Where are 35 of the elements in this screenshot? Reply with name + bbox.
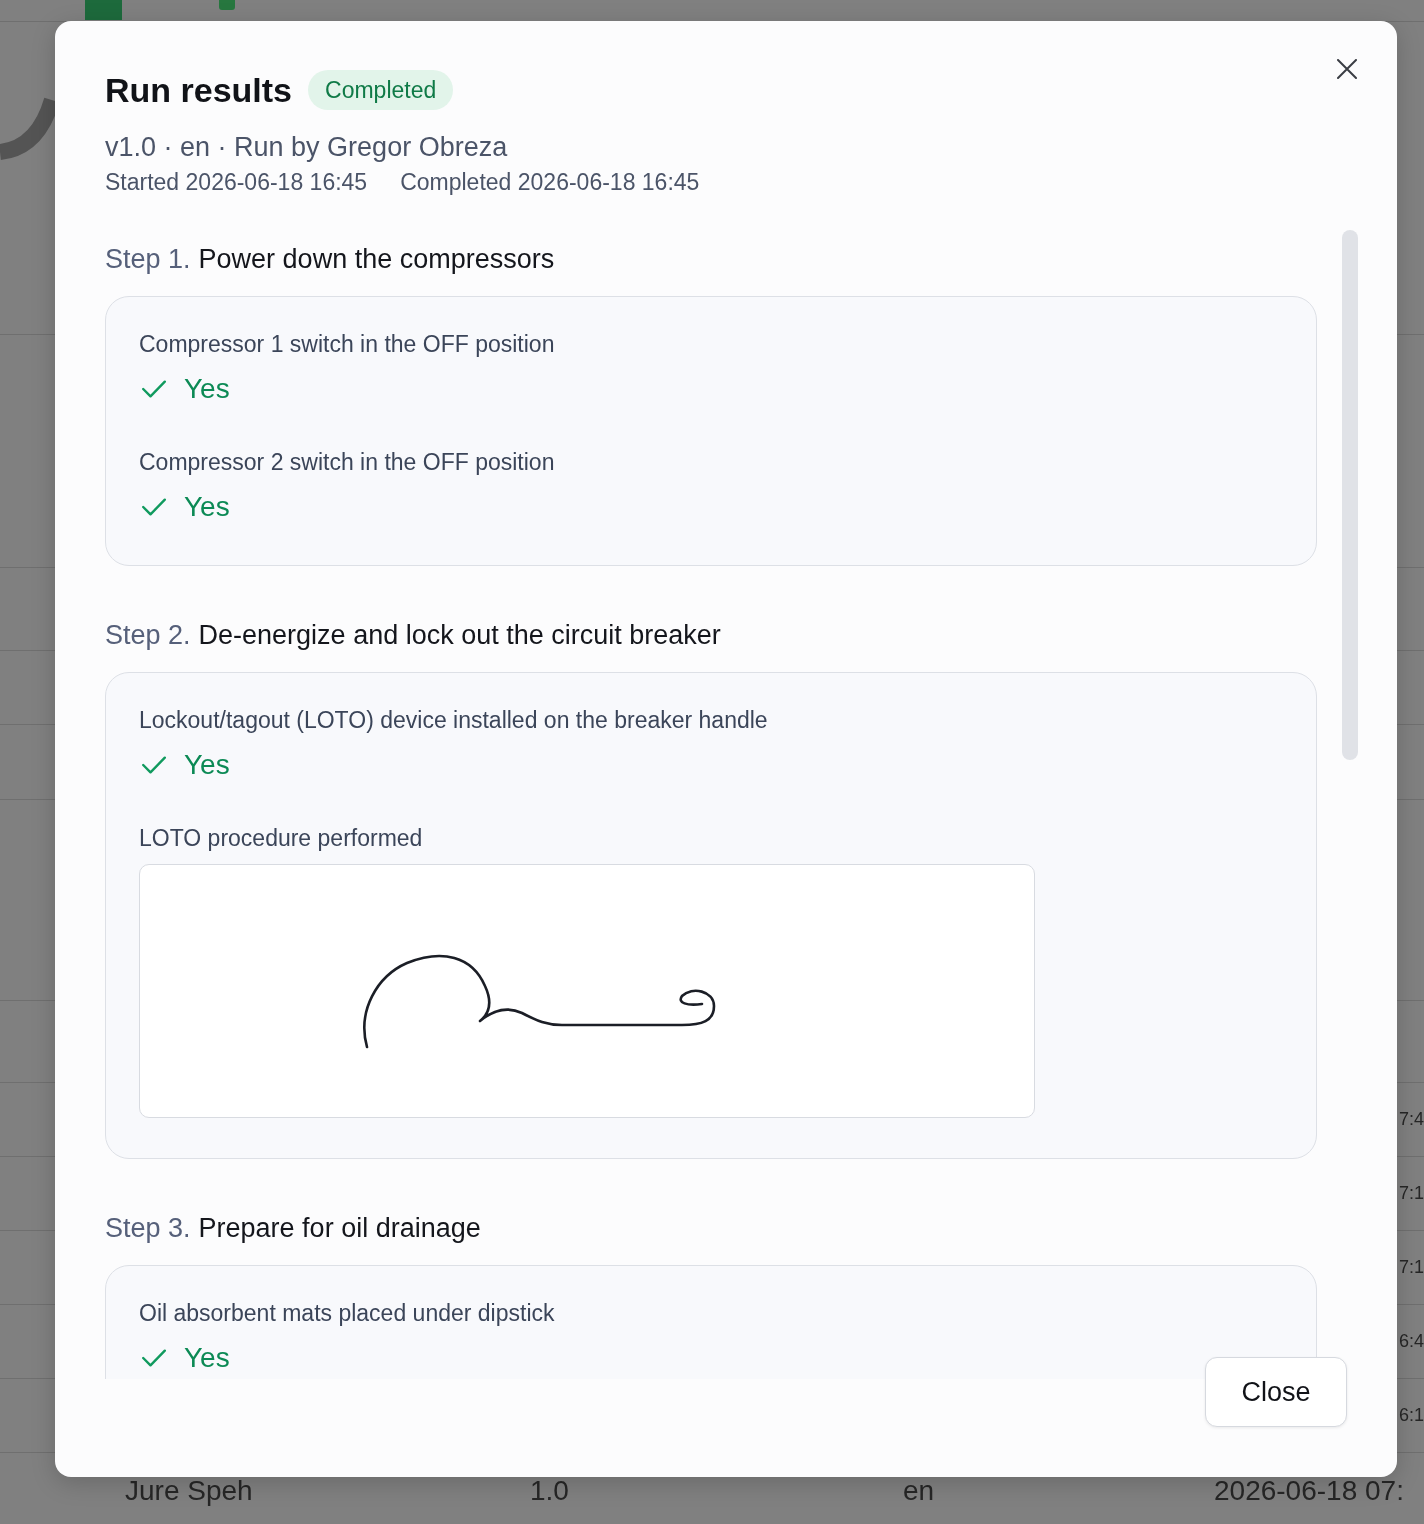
step-number: Step 2.: [105, 619, 191, 652]
started-time: Started 2026-06-18 16:45: [105, 168, 368, 197]
dialog-title: Run results: [105, 70, 293, 111]
question-label: Oil absorbent mats placed under dipstick: [139, 1299, 555, 1328]
table-cell-text: 2026-06-18 07:: [1214, 1474, 1404, 1507]
table-cell: 7:1: [1398, 1257, 1424, 1278]
table-cell-text: en: [903, 1474, 935, 1507]
answer-text: Yes: [184, 372, 230, 406]
table-cell: 6:4: [1398, 1331, 1424, 1352]
table-cell: 7:4: [1398, 1109, 1424, 1130]
table-cell-text: 1.0: [530, 1474, 569, 1507]
step-title: Prepare for oil drainage: [198, 1212, 481, 1245]
step-title: Power down the compressors: [198, 243, 555, 276]
status-badge: Completed: [308, 70, 454, 110]
table-cell: 7:1: [1398, 1183, 1424, 1204]
close-button[interactable]: [1337, 59, 1357, 79]
question-label: Compressor 2 switch in the OFF position: [139, 448, 555, 477]
scrollbar-thumb[interactable]: [1342, 230, 1358, 760]
completed-time: Completed 2026-06-18 16:45: [400, 168, 700, 197]
run-meta: v1.0 · en · Run by Gregor Obreza: [105, 132, 508, 162]
question-label: Compressor 1 switch in the OFF position: [139, 330, 555, 359]
table-cell: 6:1: [1398, 1405, 1424, 1426]
close-icon: [1337, 59, 1357, 79]
answer-text: Yes: [184, 1341, 230, 1375]
close-button[interactable]: Close: [1205, 1357, 1347, 1427]
table-cell-text: Jure Speh: [125, 1474, 253, 1507]
question-label: LOTO procedure performed: [139, 824, 423, 853]
arc-drawing: [0, 96, 55, 162]
answer-text: Yes: [184, 490, 230, 524]
bar-drawing: [85, 0, 122, 20]
step-number: Step 1.: [105, 243, 191, 276]
step-number: Step 3.: [105, 1212, 191, 1245]
question-label: Lockout/tagout (LOTO) device installed on the breaker handle: [139, 706, 768, 735]
answer-text: Yes: [184, 748, 230, 782]
step-title: De-energize and lock out the circuit breaker: [198, 619, 721, 652]
